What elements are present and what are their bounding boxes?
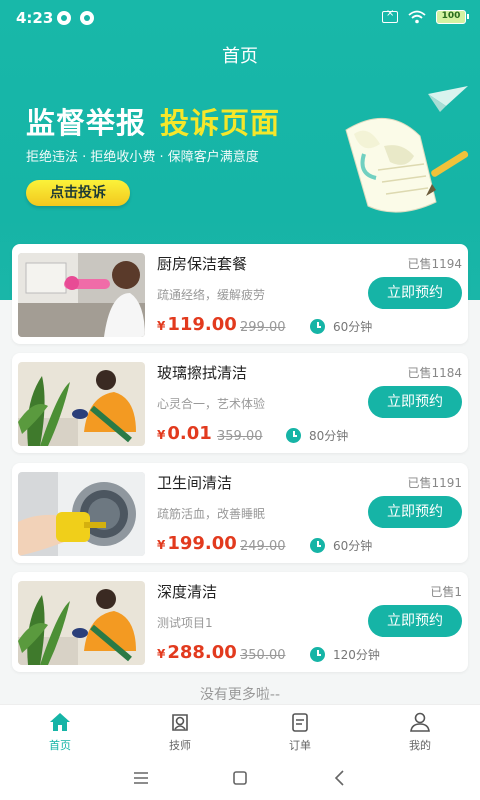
banner-title-main: 监督举报 (26, 106, 147, 140)
service-duration: 120分钟 (310, 646, 380, 663)
notification-icon (57, 11, 71, 25)
service-card[interactable]: 深度清洁 已售1 测试项目1 立即预约 ¥288.00 350.00 120分钟 (12, 572, 468, 672)
duration-text: 60分钟 (333, 320, 373, 334)
service-description: 疏筋活血，改善睡眠 (157, 507, 266, 521)
duration-text: 60分钟 (333, 539, 373, 553)
wifi-icon (408, 10, 426, 24)
duration-text: 80分钟 (309, 429, 349, 443)
complaint-button[interactable]: 点击投诉 (26, 180, 130, 206)
service-name: 深度清洁 (157, 583, 218, 601)
service-card[interactable]: 卫生间清洁 已售1191 疏筋活血，改善睡眠 立即预约 ¥199.00 249.… (12, 463, 468, 563)
price-value: 288.00 (167, 642, 237, 663)
status-time: 4:23 (16, 9, 54, 27)
technician-icon (172, 714, 188, 731)
menu-icon[interactable] (131, 768, 151, 788)
profile-icon (410, 712, 430, 732)
tab-label: 技师 (169, 739, 191, 752)
original-price: 299.00 (240, 320, 286, 335)
tab-orders[interactable]: 订单 (240, 711, 360, 753)
no-sim-icon (382, 8, 398, 23)
service-duration: 60分钟 (310, 537, 372, 554)
service-description: 心灵合一，艺术体验 (157, 397, 266, 411)
service-image-kitchen (18, 253, 145, 337)
notification-icon (80, 11, 94, 25)
sold-count: 已售1184 (407, 366, 462, 380)
banner-subtitle: 拒绝违法 · 拒绝收小费 · 保障客户满意度 (26, 150, 259, 165)
service-name: 玻璃擦拭清洁 (157, 364, 248, 382)
no-more-text: 没有更多啦-- (199, 687, 281, 703)
service-description: 测试项目1 (157, 616, 213, 630)
duration-text: 120分钟 (333, 648, 380, 662)
service-duration: 80分钟 (286, 427, 348, 444)
home-icon (50, 713, 70, 731)
original-price: 249.00 (240, 539, 286, 554)
service-price: ¥288.00 (157, 642, 237, 663)
book-now-button[interactable]: 立即预约 (368, 605, 462, 637)
book-now-button[interactable]: 立即预约 (368, 496, 462, 528)
tab-technician[interactable]: 技师 (120, 711, 240, 753)
price-value: 199.00 (167, 533, 237, 554)
service-price: ¥0.01 (157, 423, 212, 444)
currency-symbol: ¥ (157, 538, 166, 552)
service-image-deep-clean (18, 581, 145, 665)
service-card[interactable]: 厨房保洁套餐 已售1194 疏通经络，缓解疲劳 立即预约 ¥119.00 299… (12, 244, 468, 344)
currency-symbol: ¥ (157, 428, 166, 442)
bottom-tab-bar: 首页 技师 订单 我的 (0, 704, 480, 756)
clock-icon (310, 647, 325, 662)
service-name: 厨房保洁套餐 (157, 255, 248, 273)
currency-symbol: ¥ (157, 647, 166, 661)
sold-count: 已售1194 (407, 257, 462, 271)
paper-plane-letter-illustration (345, 86, 469, 213)
original-price: 359.00 (217, 429, 263, 444)
tab-profile[interactable]: 我的 (360, 711, 480, 753)
order-icon (292, 713, 308, 732)
service-card[interactable]: 玻璃擦拭清洁 已售1184 心灵合一，艺术体验 立即预约 ¥0.01 359.0… (12, 353, 468, 453)
book-now-button[interactable]: 立即预约 (368, 277, 462, 309)
service-price: ¥119.00 (157, 314, 237, 335)
home-nav-icon[interactable] (230, 768, 250, 788)
system-navigation-bar (0, 756, 480, 800)
tab-label: 首页 (49, 739, 71, 752)
banner-title: 监督举报 投诉页面 (26, 100, 280, 142)
service-name: 卫生间清洁 (157, 474, 233, 492)
sold-count: 已售1 (430, 585, 462, 599)
clock-icon (310, 319, 325, 334)
clock-icon (310, 538, 325, 553)
battery-icon: 100 (436, 10, 469, 24)
service-duration: 60分钟 (310, 318, 372, 335)
original-price: 350.00 (240, 648, 286, 663)
banner-title-accent: 投诉页面 (160, 106, 281, 140)
back-icon[interactable] (330, 768, 350, 788)
sold-count: 已售1191 (407, 476, 462, 490)
service-image-glass (18, 362, 145, 446)
book-now-button[interactable]: 立即预约 (368, 386, 462, 418)
price-value: 119.00 (167, 314, 237, 335)
currency-symbol: ¥ (157, 319, 166, 333)
page-title: 首页 (222, 46, 258, 67)
tab-label: 我的 (409, 739, 431, 752)
service-price: ¥199.00 (157, 533, 237, 554)
price-value: 0.01 (167, 423, 212, 444)
status-bar: 4:23 100 (0, 0, 480, 36)
tab-home[interactable]: 首页 (0, 711, 120, 753)
service-description: 疏通经络，缓解疲劳 (157, 288, 266, 302)
service-image-bathroom (18, 472, 145, 556)
clock-icon (286, 428, 301, 443)
tab-label: 订单 (289, 739, 311, 752)
